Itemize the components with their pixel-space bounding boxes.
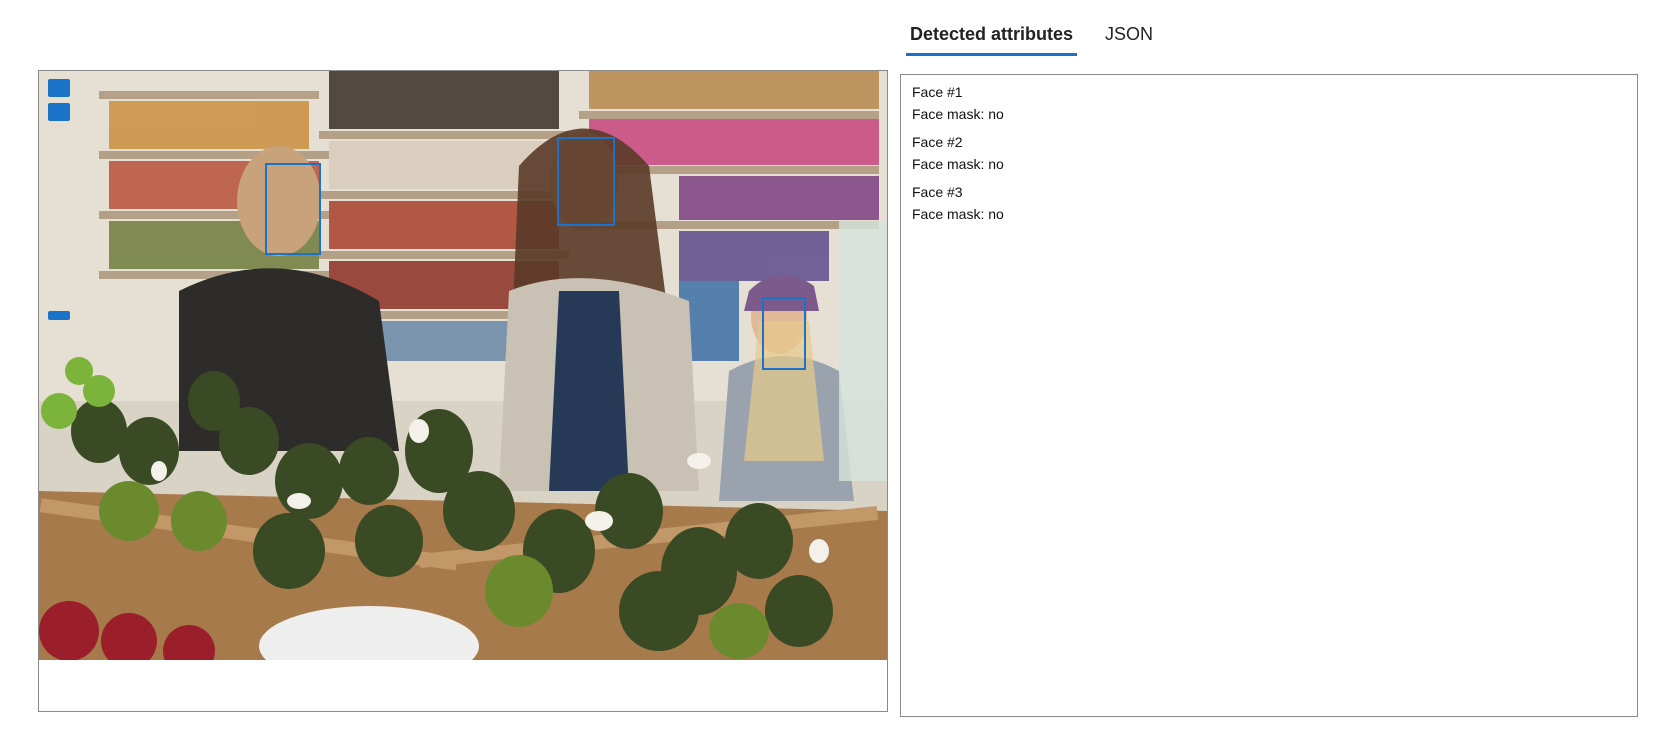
face-title: Face #3 xyxy=(912,184,963,200)
face-box-2 xyxy=(557,137,615,226)
face-title: Face #2 xyxy=(912,134,963,150)
face-entry-1: Face #1 Face mask: no xyxy=(912,81,1626,125)
face-entry-3: Face #3 Face mask: no xyxy=(912,181,1626,225)
face-box-1 xyxy=(265,163,321,255)
image-panel xyxy=(38,70,888,712)
face-box-3 xyxy=(762,297,806,370)
face-mask-value: Face mask: no xyxy=(912,206,1004,222)
face-mask-value: Face mask: no xyxy=(912,106,1004,122)
zoom-slider-handle[interactable] xyxy=(48,311,70,320)
face-entry-2: Face #2 Face mask: no xyxy=(912,131,1626,175)
tab-bar: Detected attributes JSON xyxy=(906,18,1181,56)
grocery-photo xyxy=(39,71,887,660)
zoom-out-button[interactable] xyxy=(48,103,70,121)
face-title: Face #1 xyxy=(912,84,963,100)
tab-detected-attributes[interactable]: Detected attributes xyxy=(906,18,1078,56)
tab-json[interactable]: JSON xyxy=(1101,18,1157,56)
detected-attributes-panel: Face #1 Face mask: no Face #2 Face mask:… xyxy=(900,74,1638,717)
face-mask-value: Face mask: no xyxy=(912,156,1004,172)
zoom-in-button[interactable] xyxy=(48,79,70,97)
